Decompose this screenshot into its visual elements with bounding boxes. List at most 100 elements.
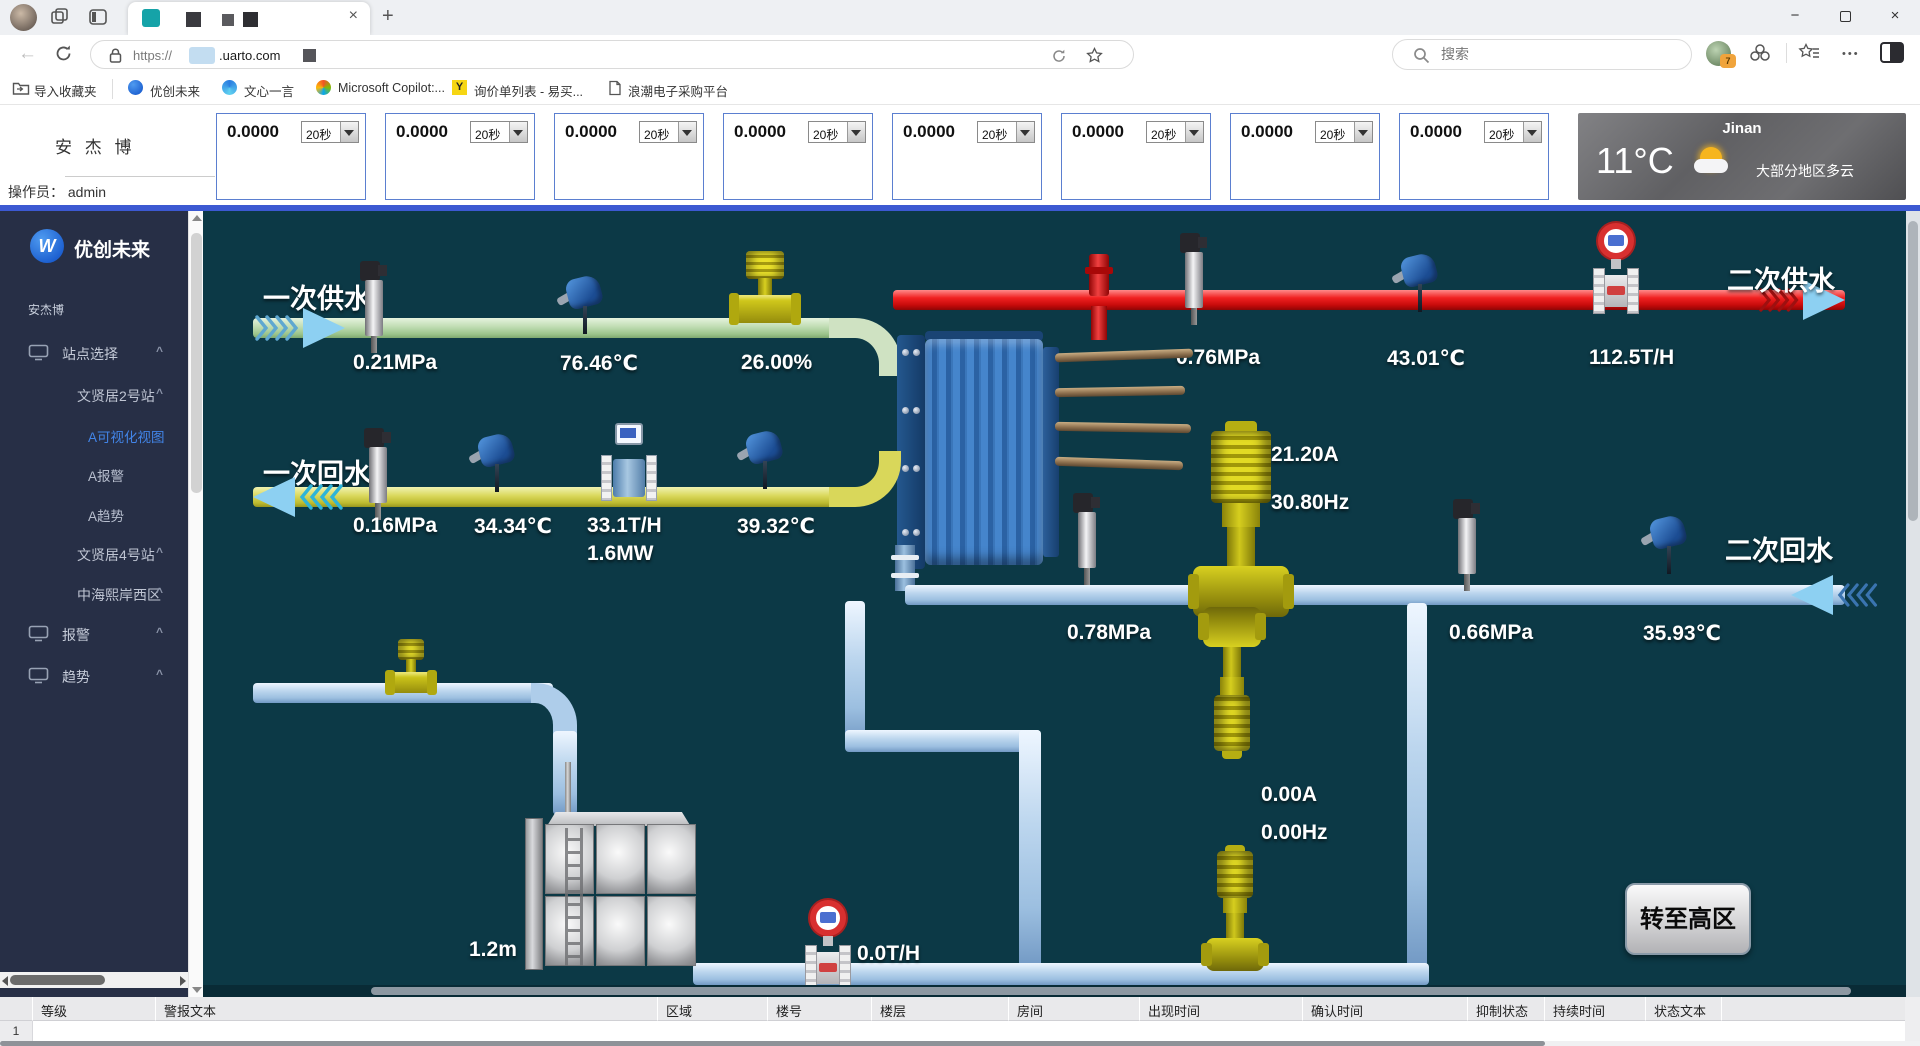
window-minimize-button[interactable]: − — [1780, 7, 1810, 24]
reload-circle-icon[interactable] — [1051, 48, 1067, 64]
main-vertical-scrollbar[interactable] — [1906, 211, 1920, 997]
value-booster-current: 0.00A — [1261, 783, 1317, 807]
search-box[interactable] — [1392, 39, 1692, 70]
gauge-value-input[interactable]: 0.0000 — [1241, 122, 1293, 142]
refresh-button[interactable] — [54, 44, 73, 63]
heat-exchanger-front-plate — [897, 335, 925, 569]
site-favicon — [142, 9, 160, 27]
value-secondary-supply-temperature: 43.01℃ — [1387, 346, 1465, 371]
bookmark-item[interactable]: 文心一言 — [244, 81, 294, 100]
scroll-down-arrow[interactable] — [192, 987, 202, 993]
search-input[interactable] — [1439, 45, 1669, 63]
gauge-value-input[interactable]: 0.0000 — [227, 122, 279, 142]
scroll-left-arrow[interactable] — [2, 976, 8, 986]
gauge-panel: 0.0000 20秒 — [723, 113, 873, 200]
tab-title-redacted — [186, 12, 201, 27]
interval-select[interactable]: 20秒 — [639, 121, 697, 143]
level-sensor — [565, 762, 571, 816]
gauge-value-input[interactable]: 0.0000 — [396, 122, 448, 142]
pipe-elbow — [531, 683, 577, 735]
url-scheme: https:// — [133, 48, 172, 63]
interval-select[interactable]: 20秒 — [470, 121, 528, 143]
scrollbar-thumb[interactable] — [191, 233, 202, 493]
interval-select[interactable]: 20秒 — [808, 121, 866, 143]
column-header-building: 楼号 — [768, 997, 872, 1021]
pipe-elbow — [829, 451, 901, 507]
sidebar-item-visualization-view[interactable]: A可视化视图 — [0, 423, 188, 449]
pipe-secondary-return — [905, 585, 1845, 605]
scrollbar-thumb[interactable] — [10, 975, 105, 985]
tab-close-button[interactable]: × — [349, 7, 358, 25]
bookmark-item[interactable]: 浪潮电子采购平台 — [628, 81, 728, 100]
sidebar-item-label: A报警 — [88, 465, 124, 485]
sidebar-item-a-alarm[interactable]: A报警 — [0, 462, 188, 488]
sidebar-vertical-scrollbar[interactable] — [188, 211, 203, 997]
address-bar[interactable]: https:// .uarto.com — [90, 40, 1134, 69]
interval-select[interactable]: 20秒 — [1315, 121, 1373, 143]
chevron-down-icon — [847, 122, 865, 142]
pipe-label-secondary-return: 二次回水 — [1725, 529, 1833, 568]
scroll-up-arrow[interactable] — [192, 215, 202, 221]
back-button[interactable]: ← — [18, 43, 37, 65]
sidebar-user-name: 安杰博 — [28, 301, 64, 318]
gauge-value-input[interactable]: 0.0000 — [1410, 122, 1462, 142]
scroll-right-arrow[interactable] — [180, 976, 186, 986]
sidebar-item-a-trend[interactable]: A趋势 — [0, 502, 188, 528]
gauge-panel: 0.0000 20秒 — [1399, 113, 1549, 200]
column-header-floor: 楼层 — [872, 997, 1009, 1021]
interval-select[interactable]: 20秒 — [301, 121, 359, 143]
value-makeup-flow: 0.0T/H — [857, 942, 920, 966]
table-horizontal-scrollbar[interactable] — [0, 1041, 1920, 1046]
sidebar-item-alarm[interactable]: 报警 ^ — [0, 622, 188, 648]
bookmark-item[interactable]: 询价单列表 - 易买... — [474, 81, 583, 100]
url-redacted-segment — [189, 47, 215, 64]
pipe-riser — [1019, 730, 1041, 967]
favorite-star-icon[interactable] — [1086, 47, 1103, 64]
interval-select[interactable]: 20秒 — [1146, 121, 1204, 143]
scrollbar-thumb[interactable] — [1908, 221, 1918, 521]
sidebar-toggle-icon[interactable] — [1880, 42, 1904, 63]
browser-profile-avatar[interactable] — [10, 4, 37, 31]
bookmark-favicon-copilot — [316, 80, 331, 95]
bookmark-item[interactable]: Microsoft Copilot:... — [338, 81, 445, 95]
sidebar-item-label: 文贤居2号站 — [77, 386, 155, 406]
gauge-value-input[interactable]: 0.0000 — [1072, 122, 1124, 142]
window-maximize-button[interactable] — [1840, 11, 1851, 22]
sidebar-horizontal-scrollbar[interactable] — [0, 972, 188, 988]
scrollbar-thumb[interactable] — [0, 1041, 1545, 1046]
vertical-tabs-icon[interactable] — [88, 7, 108, 27]
settings-menu-button[interactable]: ••• — [1842, 48, 1860, 60]
new-tab-button[interactable]: + — [382, 5, 394, 28]
scrollbar-thumb[interactable] — [371, 987, 1851, 995]
table-vertical-scrollbar[interactable] — [1905, 997, 1920, 1041]
interval-select[interactable]: 20秒 — [977, 121, 1035, 143]
flow-arrow-right-icon — [303, 308, 345, 348]
url-host: .uarto.com — [219, 48, 280, 63]
sidebar-item-station-zhonghai[interactable]: 中海熙岸西区 ^ — [0, 582, 188, 608]
column-header-suppress-state: 抑制状态 — [1468, 997, 1545, 1021]
gauge-value-input[interactable]: 0.0000 — [903, 122, 955, 142]
window-close-button[interactable]: × — [1880, 7, 1910, 24]
flow-arrow-left-icon — [253, 477, 295, 517]
tab-groups-icon[interactable] — [50, 7, 70, 27]
bookmark-item[interactable]: 优创未来 — [150, 81, 200, 100]
column-header-rownum — [0, 997, 33, 1021]
bookmark-import-favorites[interactable]: 导入收藏夹 — [34, 81, 97, 100]
weather-description: 大部分地区多云 — [1756, 161, 1854, 181]
gauge-panel: 0.0000 20秒 — [216, 113, 366, 200]
chevron-down-icon — [1016, 122, 1034, 142]
operator-value: admin — [68, 184, 106, 200]
goto-high-zone-button[interactable]: 转至高区 — [1625, 883, 1751, 955]
main-horizontal-scrollbar[interactable] — [203, 985, 1906, 997]
value-pump-frequency: 30.80Hz — [1271, 491, 1349, 515]
gauge-value-input[interactable]: 0.0000 — [565, 122, 617, 142]
sidebar-item-site-select[interactable]: 站点选择 ^ — [0, 341, 188, 367]
active-tab[interactable]: × — [128, 2, 370, 35]
favorites-list-icon[interactable] — [1798, 43, 1820, 63]
gauge-value-input[interactable]: 0.0000 — [734, 122, 786, 142]
sidebar-item-trend[interactable]: 趋势 ^ — [0, 664, 188, 690]
sidebar-item-station-wenxianju4[interactable]: 文贤居4号站 ^ — [0, 542, 188, 568]
interval-select[interactable]: 20秒 — [1484, 121, 1542, 143]
sidebar-item-station-wenxianju2[interactable]: 文贤居2号站 ^ — [0, 383, 188, 409]
browser-essentials-icon[interactable] — [1750, 44, 1770, 64]
